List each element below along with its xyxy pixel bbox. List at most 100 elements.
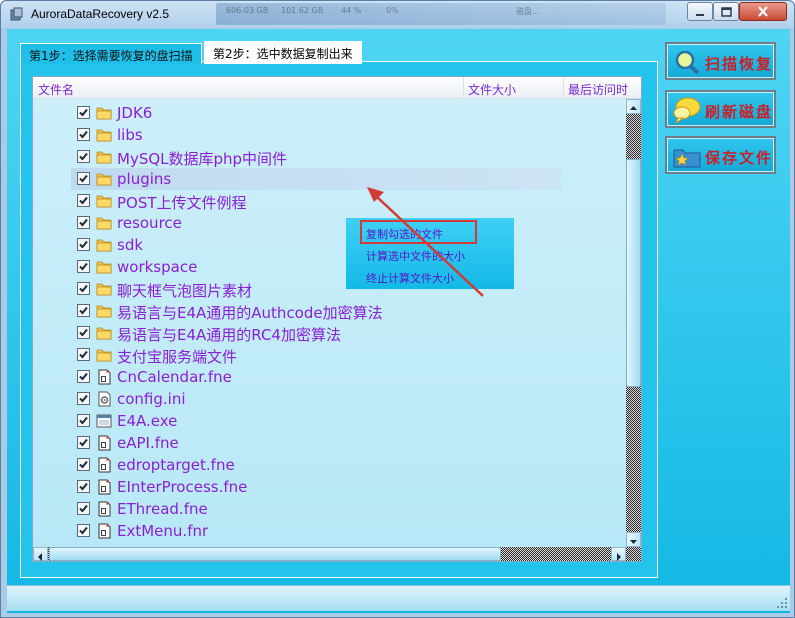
app-icon [10,7,23,21]
save-file-button[interactable]: 保存文件 [665,136,776,174]
list-item[interactable]: E4A.exe [33,410,626,432]
file-icon [98,435,111,451]
column-divider[interactable] [463,77,464,99]
list-item[interactable]: plugins [33,168,626,190]
checkbox[interactable] [77,370,90,383]
checkmark-icon [79,482,88,491]
list-item[interactable]: EThread.fne [33,498,626,520]
file-icon [98,369,111,385]
checkmark-icon [79,306,88,315]
list-item[interactable]: JDK6 [33,102,626,124]
list-item-name: EInterProcess.fne [117,478,248,496]
resize-grip-icon[interactable] [776,597,788,609]
checkmark-icon [79,416,88,425]
vertical-scrollbar[interactable] [626,99,641,547]
list-item-name: 聊天框气泡图片素材 [117,282,253,300]
menu-item-stop-calculating[interactable]: 终止计算文件大小 [366,270,454,286]
window-title: AuroraDataRecovery v2.5 [31,7,170,21]
list-item[interactable]: 易语言与E4A通用的RC4加密算法 [33,322,626,344]
scan-recover-button[interactable]: 扫描恢复 [665,42,776,80]
checkbox[interactable] [77,260,90,273]
folder-icon [96,173,112,186]
refresh-disk-button[interactable]: 刷新磁盘 [665,90,776,128]
scroll-down-button[interactable] [626,532,641,547]
save-file-label: 保存文件 [705,149,774,167]
app-window: AuroraDataRecovery v2.5 606.03 GB 101.62… [0,0,795,618]
checkbox[interactable] [77,216,90,229]
column-divider[interactable] [563,77,564,99]
tab-step-1[interactable]: 第1步：选择需要恢复的盘扫描 [20,43,202,64]
checkbox[interactable] [77,458,90,471]
list-item[interactable]: ExtMenu.fnr [33,520,626,542]
refresh-disk-label: 刷新磁盘 [705,103,774,121]
checkbox[interactable] [77,106,90,119]
file-list-view[interactable]: 文件名 文件大小 最后访问时 JDK6 libs MySQL数据库php中间件 plu… [32,76,642,562]
list-item[interactable]: 支付宝服务端文件 [33,344,626,366]
checkbox[interactable] [77,348,90,361]
checkbox[interactable] [77,282,90,295]
list-item[interactable]: EInterProcess.fne [33,476,626,498]
title-bar[interactable]: AuroraDataRecovery v2.5 606.03 GB 101.62… [1,1,794,28]
list-item[interactable]: workspace [33,256,626,278]
list-item-name: workspace [117,258,198,276]
list-item[interactable]: edroptarget.fne [33,454,626,476]
folder-icon [96,217,112,230]
list-item-name: 易语言与E4A通用的Authcode加密算法 [117,304,383,322]
checkmark-icon [79,284,88,293]
list-item[interactable]: 聊天框气泡图片素材 [33,278,626,300]
checkbox[interactable] [77,194,90,207]
tab-step-2[interactable]: 第2步：选中数据复制出来 [204,41,362,64]
list-item-name: ExtMenu.fnr [117,522,209,540]
scroll-left-button[interactable] [33,547,48,561]
column-header-filename[interactable]: 文件名 [38,81,74,98]
scroll-right-button[interactable] [611,547,626,561]
exe-file-icon [96,414,112,428]
list-item[interactable]: sdk [33,234,626,256]
checkbox[interactable] [77,524,90,537]
checkmark-icon [79,438,88,447]
list-item[interactable]: resource [33,212,626,234]
folder-icon [96,327,112,340]
checkbox[interactable] [77,128,90,141]
checkbox[interactable] [77,392,90,405]
minimize-icon [696,13,704,16]
folder-icon [96,283,112,296]
arrow-right-icon [617,553,621,561]
checkbox[interactable] [77,150,90,163]
file-icon [98,523,111,539]
checkbox[interactable] [77,172,90,185]
checkmark-icon [79,240,88,249]
checkmark-icon [79,218,88,227]
scroll-up-button[interactable] [626,99,641,114]
checkbox[interactable] [77,304,90,317]
horizontal-scrollbar[interactable] [33,547,626,561]
checkmark-icon [79,174,88,183]
column-header-last-access[interactable]: 最后访问时 [568,81,628,98]
menu-item-copy-checked-files[interactable]: 复制勾选的文件 [366,226,443,242]
list-item[interactable]: eAPI.fne [33,432,626,454]
list-item[interactable]: 易语言与E4A通用的Authcode加密算法 [33,300,626,322]
checkbox[interactable] [77,238,90,251]
list-item[interactable]: MySQL数据库php中间件 [33,146,626,168]
checkbox[interactable] [77,436,90,449]
horizontal-scroll-thumb[interactable] [49,547,501,561]
checkmark-icon [79,460,88,469]
menu-item-calculate-size[interactable]: 计算选中文件的大小 [366,248,465,264]
minimize-button[interactable] [687,2,713,21]
list-item[interactable]: CnCalendar.fne [33,366,626,388]
checkbox[interactable] [77,326,90,339]
checkbox[interactable] [77,480,90,493]
list-item-name: EThread.fne [117,500,208,518]
list-item[interactable]: config.ini [33,388,626,410]
checkbox[interactable] [77,502,90,515]
arrow-left-icon [38,553,42,561]
vertical-scroll-thumb[interactable] [626,159,641,387]
list-item-name: POST上传文件例程 [117,194,247,212]
list-item[interactable]: POST上传文件例程 [33,190,626,212]
settings-file-icon [98,391,111,407]
column-header-filesize[interactable]: 文件大小 [468,81,516,98]
list-item[interactable]: libs [33,124,626,146]
checkbox[interactable] [77,414,90,427]
maximize-button[interactable] [713,2,739,21]
close-button[interactable] [739,2,787,21]
